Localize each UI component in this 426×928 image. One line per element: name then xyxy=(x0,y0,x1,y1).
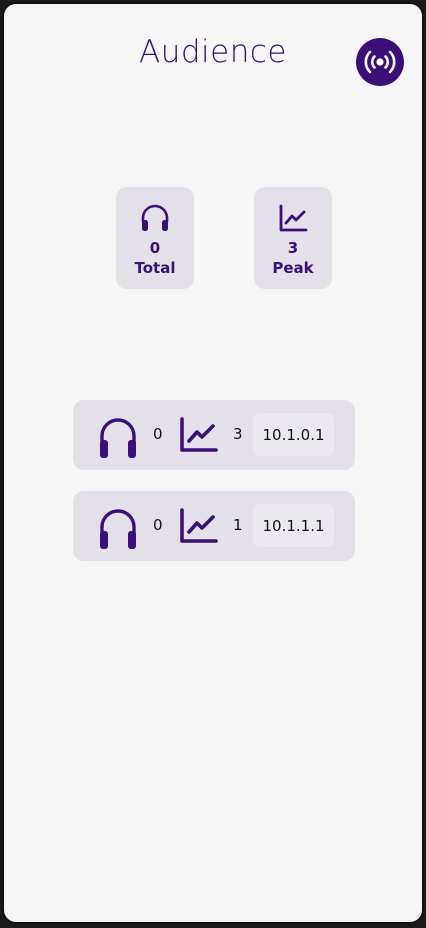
line-chart-icon xyxy=(180,417,218,452)
headphones-icon xyxy=(100,509,136,549)
peak-label: Peak xyxy=(272,259,314,277)
ip-address: 10.1.1.1 xyxy=(253,504,334,547)
app-window: Audience 0 Total 3 Peak 0 3 10.1.0.1 0 1… xyxy=(2,2,424,924)
peak-value: 3 xyxy=(287,239,299,257)
ip-address: 10.1.0.1 xyxy=(253,413,334,456)
stream-row[interactable]: 0 1 10.1.1.1 xyxy=(73,491,355,561)
peak-listeners-card: 3 Peak xyxy=(254,187,332,289)
broadcast-button[interactable] xyxy=(356,38,404,86)
headphones-icon xyxy=(141,204,169,231)
headphones-icon xyxy=(100,418,136,458)
total-listeners-card: 0 Total xyxy=(116,187,194,289)
peak-count: 1 xyxy=(233,516,243,534)
line-chart-icon xyxy=(279,204,308,232)
total-label: Total xyxy=(134,259,176,277)
broadcast-icon xyxy=(364,50,396,74)
stream-row[interactable]: 0 3 10.1.0.1 xyxy=(73,400,355,470)
listeners-count: 0 xyxy=(153,516,163,534)
line-chart-icon xyxy=(180,508,218,543)
listeners-count: 0 xyxy=(153,425,163,443)
total-value: 0 xyxy=(149,239,161,257)
peak-count: 3 xyxy=(233,425,243,443)
